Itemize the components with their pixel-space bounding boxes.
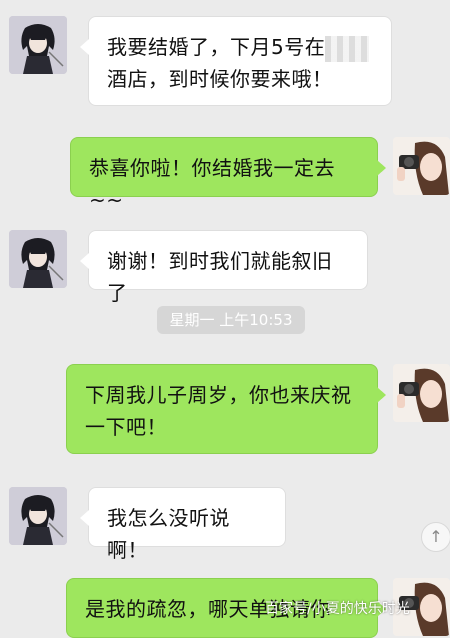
chat-window: 我要结婚了，下月5号在 酒店，到时候你要来哦！ 恭喜你啦！你结婚我一定去~~ 谢… xyxy=(0,0,450,638)
avatar[interactable] xyxy=(9,230,67,288)
message-line: 酒店，到时候你要来哦！ xyxy=(107,67,333,91)
message-bubble[interactable]: 下周我儿子周岁，你也来庆祝 一下吧！ xyxy=(66,364,386,454)
avatar[interactable] xyxy=(393,137,450,195)
message-line: 我要结婚了，下月5号在 xyxy=(107,31,373,63)
avatar[interactable] xyxy=(393,364,450,422)
watermark: 百家号/小夏的快乐时光 xyxy=(265,601,410,617)
message-bubble[interactable]: 我要结婚了，下月5号在 酒店，到时候你要来哦！ xyxy=(80,16,392,106)
message-bubble[interactable]: 我怎么没听说啊！ xyxy=(80,487,286,562)
message-line: 我怎么没听说啊！ xyxy=(107,506,230,562)
arrow-up-icon[interactable]: ↑ xyxy=(421,522,450,552)
message-line: 谢谢！到时我们就能叙旧了 xyxy=(107,249,333,305)
avatar[interactable] xyxy=(9,487,67,545)
avatar[interactable] xyxy=(9,16,67,74)
message-line: 恭喜你啦！你结婚我一定去~~ xyxy=(89,156,335,212)
message-bubble[interactable]: 恭喜你啦！你结婚我一定去~~ xyxy=(70,137,386,212)
message-line: 一下吧！ xyxy=(85,415,167,439)
message-bubble[interactable]: 谢谢！到时我们就能叙旧了 xyxy=(80,230,368,305)
redacted-text xyxy=(325,35,370,62)
timestamp: 星期一 上午10:53 xyxy=(157,306,305,334)
message-line: 下周我儿子周岁，你也来庆祝 xyxy=(85,383,352,407)
